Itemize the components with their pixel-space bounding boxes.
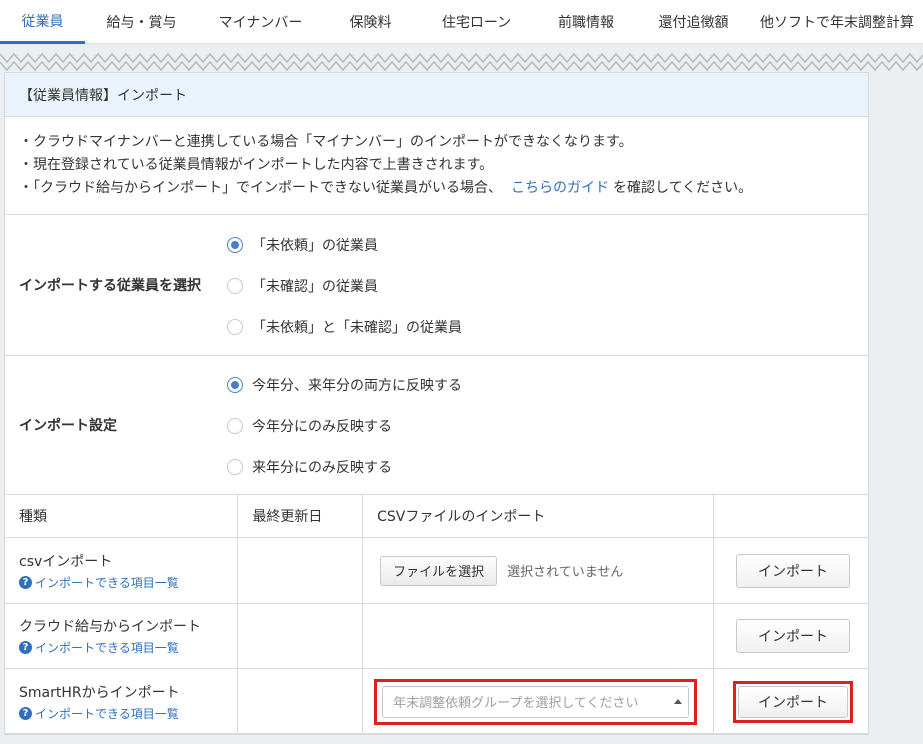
import-notes: ・クラウドマイナンバーと連携している場合「マイナンバー」のインポートができなくな… (5, 117, 868, 215)
employee-select-options: 「未依頼」の従業員 「未確認」の従業員 「未依頼」と「未確認」の従業員 (227, 215, 462, 355)
tab-insurance[interactable]: 保険料 (323, 0, 418, 44)
header-type: 種類 (3, 494, 239, 538)
table-row: SmartHRからインポート ? インポートできる項目一覧 年末調整依頼グループを… (3, 668, 869, 735)
importable-items-link[interactable]: ? インポートできる項目一覧 (19, 574, 237, 591)
employee-select-label: インポートする従業員を選択 (19, 278, 201, 294)
import-setting-label: インポート設定 (19, 418, 117, 434)
import-button[interactable]: インポート (738, 685, 849, 718)
radio-checked-icon[interactable] (227, 377, 243, 393)
employee-option-unrequested[interactable]: 「未依頼」の従業員 (227, 233, 462, 258)
action-cell: インポート (713, 603, 869, 669)
tab-my-number[interactable]: マイナンバー (198, 0, 323, 44)
caret-up-icon (674, 698, 683, 704)
table-row: クラウド給与からインポート ? インポートできる項目一覧 インポート (3, 603, 869, 669)
file-status: 選択されていません (507, 565, 624, 580)
last-updated-cell (237, 603, 364, 669)
header-csv-import: CSVファイルのインポート (362, 494, 715, 538)
row-title: SmartHRからインポート (19, 684, 180, 701)
guide-link[interactable]: こちらのガイド (511, 180, 609, 196)
option-label: 今年分、来年分の両方に反映する (252, 378, 462, 394)
last-updated-cell (237, 668, 364, 735)
option-label: 「未依頼」と「未確認」の従業員 (252, 320, 462, 336)
setting-option-this-year[interactable]: 今年分にのみ反映する (227, 414, 462, 439)
note-line-3: ・「クラウド給与からインポート」でインポートできない従業員がいる場合、 こちらのガ… (19, 177, 854, 200)
question-icon: ? (19, 575, 32, 589)
request-group-select[interactable]: 年末調整依頼グループを選択してください (382, 685, 690, 718)
note-line-3-prefix: ・「クラウド給与からインポート」でインポートできない従業員がいる場合、 (19, 180, 502, 196)
help-label: インポートできる項目一覧 (35, 575, 179, 590)
employee-option-both[interactable]: 「未依頼」と「未確認」の従業員 (227, 315, 462, 340)
action-cell: インポート (713, 537, 869, 604)
radio-icon[interactable] (227, 459, 243, 475)
choose-file-button[interactable]: ファイルを選択 (380, 555, 498, 586)
import-button[interactable]: インポート (736, 553, 851, 588)
import-setting-row: インポート設定 今年分、来年分の両方に反映する 今年分にのみ反映する 来年分にの… (5, 356, 868, 495)
tab-salary-bonus[interactable]: 給与・賞与 (85, 0, 198, 44)
help-label: インポートできる項目一覧 (35, 641, 179, 655)
employee-select-row: インポートする従業員を選択 「未依頼」の従業員 「未確認」の従業員 「未依頼」と… (5, 215, 868, 356)
type-cell: csvインポート ? インポートできる項目一覧 (3, 537, 239, 604)
top-tab-bar: 従業員 給与・賞与 マイナンバー 保険料 住宅ローン 前職情報 還付追徴額 他ソ… (0, 0, 923, 44)
header-action (713, 494, 869, 538)
option-label: 「未確認」の従業員 (252, 279, 378, 295)
question-icon: ? (19, 706, 32, 720)
table-header-row: 種類 最終更新日 CSVファイルのインポート (3, 494, 869, 538)
csv-cell (362, 603, 715, 669)
tab-other-software[interactable]: 他ソフトで年末調整計算 (750, 0, 923, 44)
radio-checked-icon[interactable] (227, 237, 243, 253)
setting-option-both-years[interactable]: 今年分、来年分の両方に反映する (227, 373, 462, 398)
action-cell: インポート (713, 668, 869, 735)
setting-option-next-year[interactable]: 来年分にのみ反映する (227, 455, 462, 480)
radio-icon[interactable] (227, 319, 243, 335)
option-label: 来年分にのみ反映する (252, 460, 392, 476)
tab-housing-loan[interactable]: 住宅ローン (418, 0, 535, 44)
note-line-2: ・現在登録されている従業員情報がインポートした内容で上書きされます。 (19, 157, 494, 173)
import-panel: 【従業員情報】インポート ・クラウドマイナンバーと連携している場合「マイナンバー… (3, 72, 869, 735)
tab-previous-job[interactable]: 前職情報 (535, 0, 637, 44)
type-cell: クラウド給与からインポート ? インポートできる項目一覧 (3, 603, 239, 669)
last-updated-cell (237, 537, 364, 604)
note-line-3-suffix: を確認してください。 (613, 180, 753, 196)
radio-icon[interactable] (227, 278, 243, 294)
panel-title: 【従業員情報】インポート (5, 73, 868, 117)
table-row: csvインポート ? インポートできる項目一覧 ファイルを選択 選択されていません … (3, 537, 869, 604)
note-line-1: ・クラウドマイナンバーと連携している場合「マイナンバー」のインポートができなくな… (19, 134, 633, 150)
zigzag-divider (0, 52, 923, 72)
highlight-box: 年末調整依頼グループを選択してください (374, 678, 698, 725)
importable-items-link[interactable]: ? インポートできる項目一覧 (19, 639, 237, 656)
select-placeholder: 年末調整依頼グループを選択してください (393, 696, 639, 711)
type-cell: SmartHRからインポート ? インポートできる項目一覧 (3, 668, 239, 735)
importable-items-link[interactable]: ? インポートできる項目一覧 (19, 705, 237, 722)
csv-cell: ファイルを選択 選択されていません (362, 537, 715, 604)
row-title: csvインポート (19, 553, 113, 570)
tab-refund-collection[interactable]: 還付追徴額 (637, 0, 750, 44)
csv-cell: 年末調整依頼グループを選択してください (362, 668, 715, 735)
option-label: 「未依頼」の従業員 (252, 238, 378, 254)
option-label: 今年分にのみ反映する (252, 419, 392, 435)
employee-option-unconfirmed[interactable]: 「未確認」の従業員 (227, 274, 462, 299)
radio-icon[interactable] (227, 418, 243, 434)
import-setting-options: 今年分、来年分の両方に反映する 今年分にのみ反映する 来年分にのみ反映する (227, 356, 462, 494)
import-table: 種類 最終更新日 CSVファイルのインポート csvインポート ? インポートでき… (3, 494, 869, 735)
question-icon: ? (19, 641, 32, 654)
tab-employees[interactable]: 従業員 (0, 0, 85, 44)
highlight-box: インポート (733, 680, 854, 723)
header-last-updated: 最終更新日 (237, 494, 364, 538)
help-label: インポートできる項目一覧 (35, 706, 179, 721)
row-title: クラウド給与からインポート (19, 619, 201, 635)
import-button[interactable]: インポート (736, 619, 851, 653)
